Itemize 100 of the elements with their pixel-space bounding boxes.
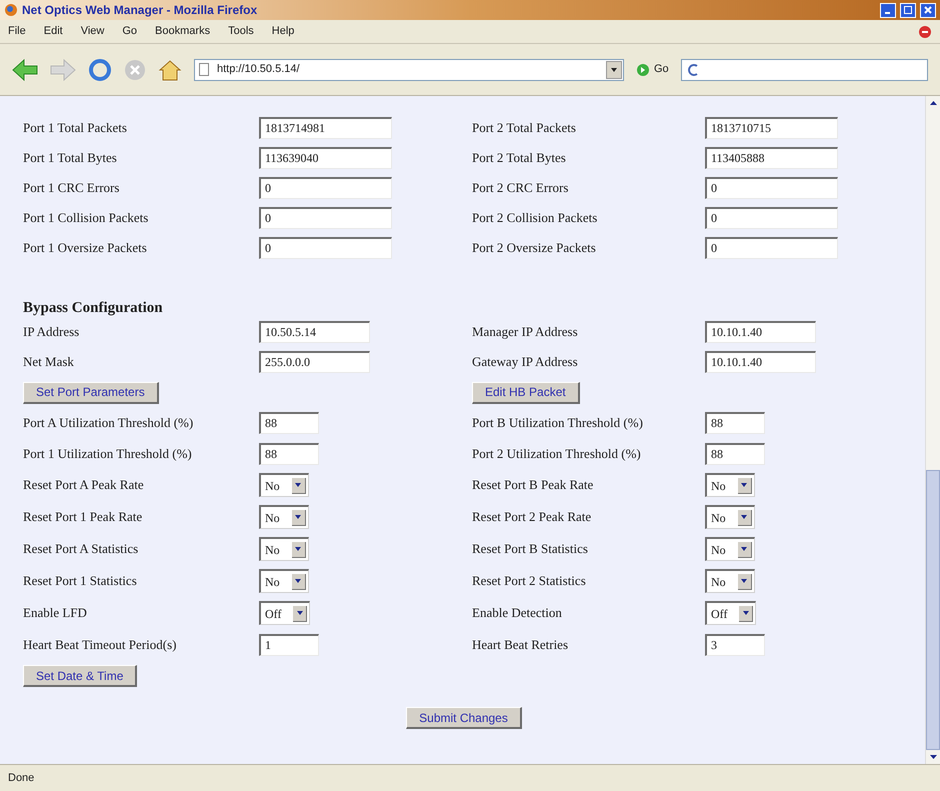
field-label: Port 1 Total Bytes <box>23 149 118 168</box>
dropdown[interactable]: No <box>259 473 309 497</box>
text-field[interactable]: 88 <box>259 412 319 434</box>
caret-icon <box>738 478 752 494</box>
text-field[interactable]: 0 <box>259 177 392 199</box>
dropdown[interactable]: No <box>705 473 755 497</box>
field-label: Reset Port B Peak Rate <box>472 476 594 494</box>
dropdown[interactable]: No <box>705 569 755 593</box>
field-label: Reset Port 1 Statistics <box>23 572 138 590</box>
field-label: Gateway IP Address <box>472 353 579 372</box>
maximize-button[interactable] <box>900 2 916 18</box>
field-label: Reset Port A Statistics <box>23 540 140 558</box>
caret-icon[interactable] <box>606 60 622 78</box>
field-label: Reset Port B Statistics <box>472 540 589 558</box>
caret-icon <box>738 574 752 590</box>
status-text: Done <box>8 770 34 786</box>
caret-icon <box>292 510 306 526</box>
field-label: Enable LFD <box>23 604 88 622</box>
menu-item[interactable]: File <box>8 23 26 40</box>
field-label: Enable Detection <box>472 604 563 622</box>
dropdown[interactable]: Off <box>259 601 310 625</box>
maximize-icon <box>904 6 912 14</box>
reload-icon[interactable] <box>88 58 112 82</box>
home-icon[interactable] <box>158 58 182 80</box>
menu-item[interactable]: Edit <box>44 23 63 40</box>
action-button[interactable]: Edit HB Packet <box>472 382 580 404</box>
globe-icon <box>4 3 18 17</box>
field-label: Reset Port 2 Peak Rate <box>472 508 592 526</box>
section-heading: Bypass Configuration <box>23 299 164 317</box>
set-date-button[interactable]: Set Date & Time <box>23 665 138 687</box>
scroll-up-icon[interactable] <box>930 101 936 105</box>
text-field[interactable]: 88 <box>259 442 319 464</box>
text-field[interactable]: 255.0.0.0 <box>259 351 370 373</box>
field-label: Manager IP Address <box>472 323 579 342</box>
scroll-down-icon[interactable] <box>930 755 936 759</box>
address-bar[interactable]: http://10.50.5.14/ <box>194 58 624 80</box>
text-field[interactable]: 10.50.5.14 <box>259 321 370 343</box>
text-field[interactable]: 10.10.1.40 <box>705 321 816 343</box>
dropdown[interactable]: No <box>259 505 309 529</box>
menu-item[interactable]: Help <box>272 23 294 40</box>
text-field[interactable]: 10.10.1.40 <box>705 351 816 373</box>
submit-button[interactable]: Submit Changes <box>406 707 522 729</box>
play-icon <box>636 62 650 76</box>
text-field[interactable]: 88 <box>705 442 765 464</box>
text-field[interactable]: 113405888 <box>705 147 838 169</box>
text-field[interactable]: 88 <box>705 412 765 434</box>
dropdown[interactable]: No <box>705 505 755 529</box>
close-button[interactable] <box>920 2 936 18</box>
back-arrow-icon[interactable] <box>12 58 38 80</box>
field-label: Port 1 Utilization Threshold (%) <box>23 444 193 463</box>
caret-icon <box>292 478 306 494</box>
caret-icon <box>738 542 752 558</box>
search-engine-icon <box>686 62 700 76</box>
close-icon <box>924 6 932 14</box>
page-icon <box>199 63 209 76</box>
field-label: Port 1 Collision Packets <box>23 209 150 228</box>
field-label: IP Address <box>23 323 80 342</box>
field-label: Heart Beat Retries <box>472 636 570 654</box>
text-field[interactable]: 1 <box>259 634 319 656</box>
field-label: Port 1 Oversize Packets <box>23 239 148 258</box>
go-button[interactable]: Go <box>636 61 669 78</box>
minimize-button[interactable] <box>880 2 896 18</box>
field-label: Port 2 CRC Errors <box>472 179 570 198</box>
menu-item[interactable]: Bookmarks <box>155 23 210 40</box>
text-field[interactable]: 1813714981 <box>259 117 392 139</box>
scrollbar[interactable] <box>925 96 940 764</box>
dropdown[interactable]: No <box>259 569 309 593</box>
field-label: Port 2 Total Packets <box>472 119 577 138</box>
text-field[interactable]: 0 <box>705 237 838 259</box>
field-label: Reset Port 1 Peak Rate <box>23 508 144 526</box>
search-field[interactable] <box>680 58 928 80</box>
field-label: Port B Utilization Threshold (%) <box>472 414 644 432</box>
field-label: Reset Port A Peak Rate <box>23 476 145 494</box>
caret-icon <box>739 606 754 622</box>
text-field[interactable]: 3 <box>705 634 765 656</box>
menu-item[interactable]: View <box>80 23 104 40</box>
field-label: Net Mask <box>23 353 75 372</box>
action-button[interactable]: Set Port Parameters <box>23 382 159 404</box>
field-label: Port 1 CRC Errors <box>23 179 120 198</box>
menu-item[interactable]: Go <box>122 23 138 40</box>
text-field[interactable]: 0 <box>705 177 838 199</box>
caret-icon <box>293 606 308 622</box>
field-label: Port 2 Total Bytes <box>472 149 567 168</box>
caret-icon <box>292 542 306 558</box>
caret-icon <box>292 574 306 590</box>
field-label: Port 2 Utilization Threshold (%) <box>472 444 642 463</box>
dropdown[interactable]: Off <box>705 601 756 625</box>
text-field[interactable]: 1813710715 <box>705 117 838 139</box>
field-label: Port 1 Total Packets <box>23 119 128 138</box>
field-label: Reset Port 2 Statistics <box>472 572 587 590</box>
text-field[interactable]: 113639040 <box>259 147 392 169</box>
menu-item[interactable]: Tools <box>228 23 254 40</box>
text-field[interactable]: 0 <box>259 237 392 259</box>
text-field[interactable]: 0 <box>259 207 392 229</box>
dropdown[interactable]: No <box>259 537 309 561</box>
window-title: Net Optics Web Manager - Mozilla Firefox <box>22 2 258 19</box>
field-label: Port 2 Oversize Packets <box>472 239 597 258</box>
text-field[interactable]: 0 <box>705 207 838 229</box>
caret-icon <box>738 510 752 526</box>
dropdown[interactable]: No <box>705 537 755 561</box>
